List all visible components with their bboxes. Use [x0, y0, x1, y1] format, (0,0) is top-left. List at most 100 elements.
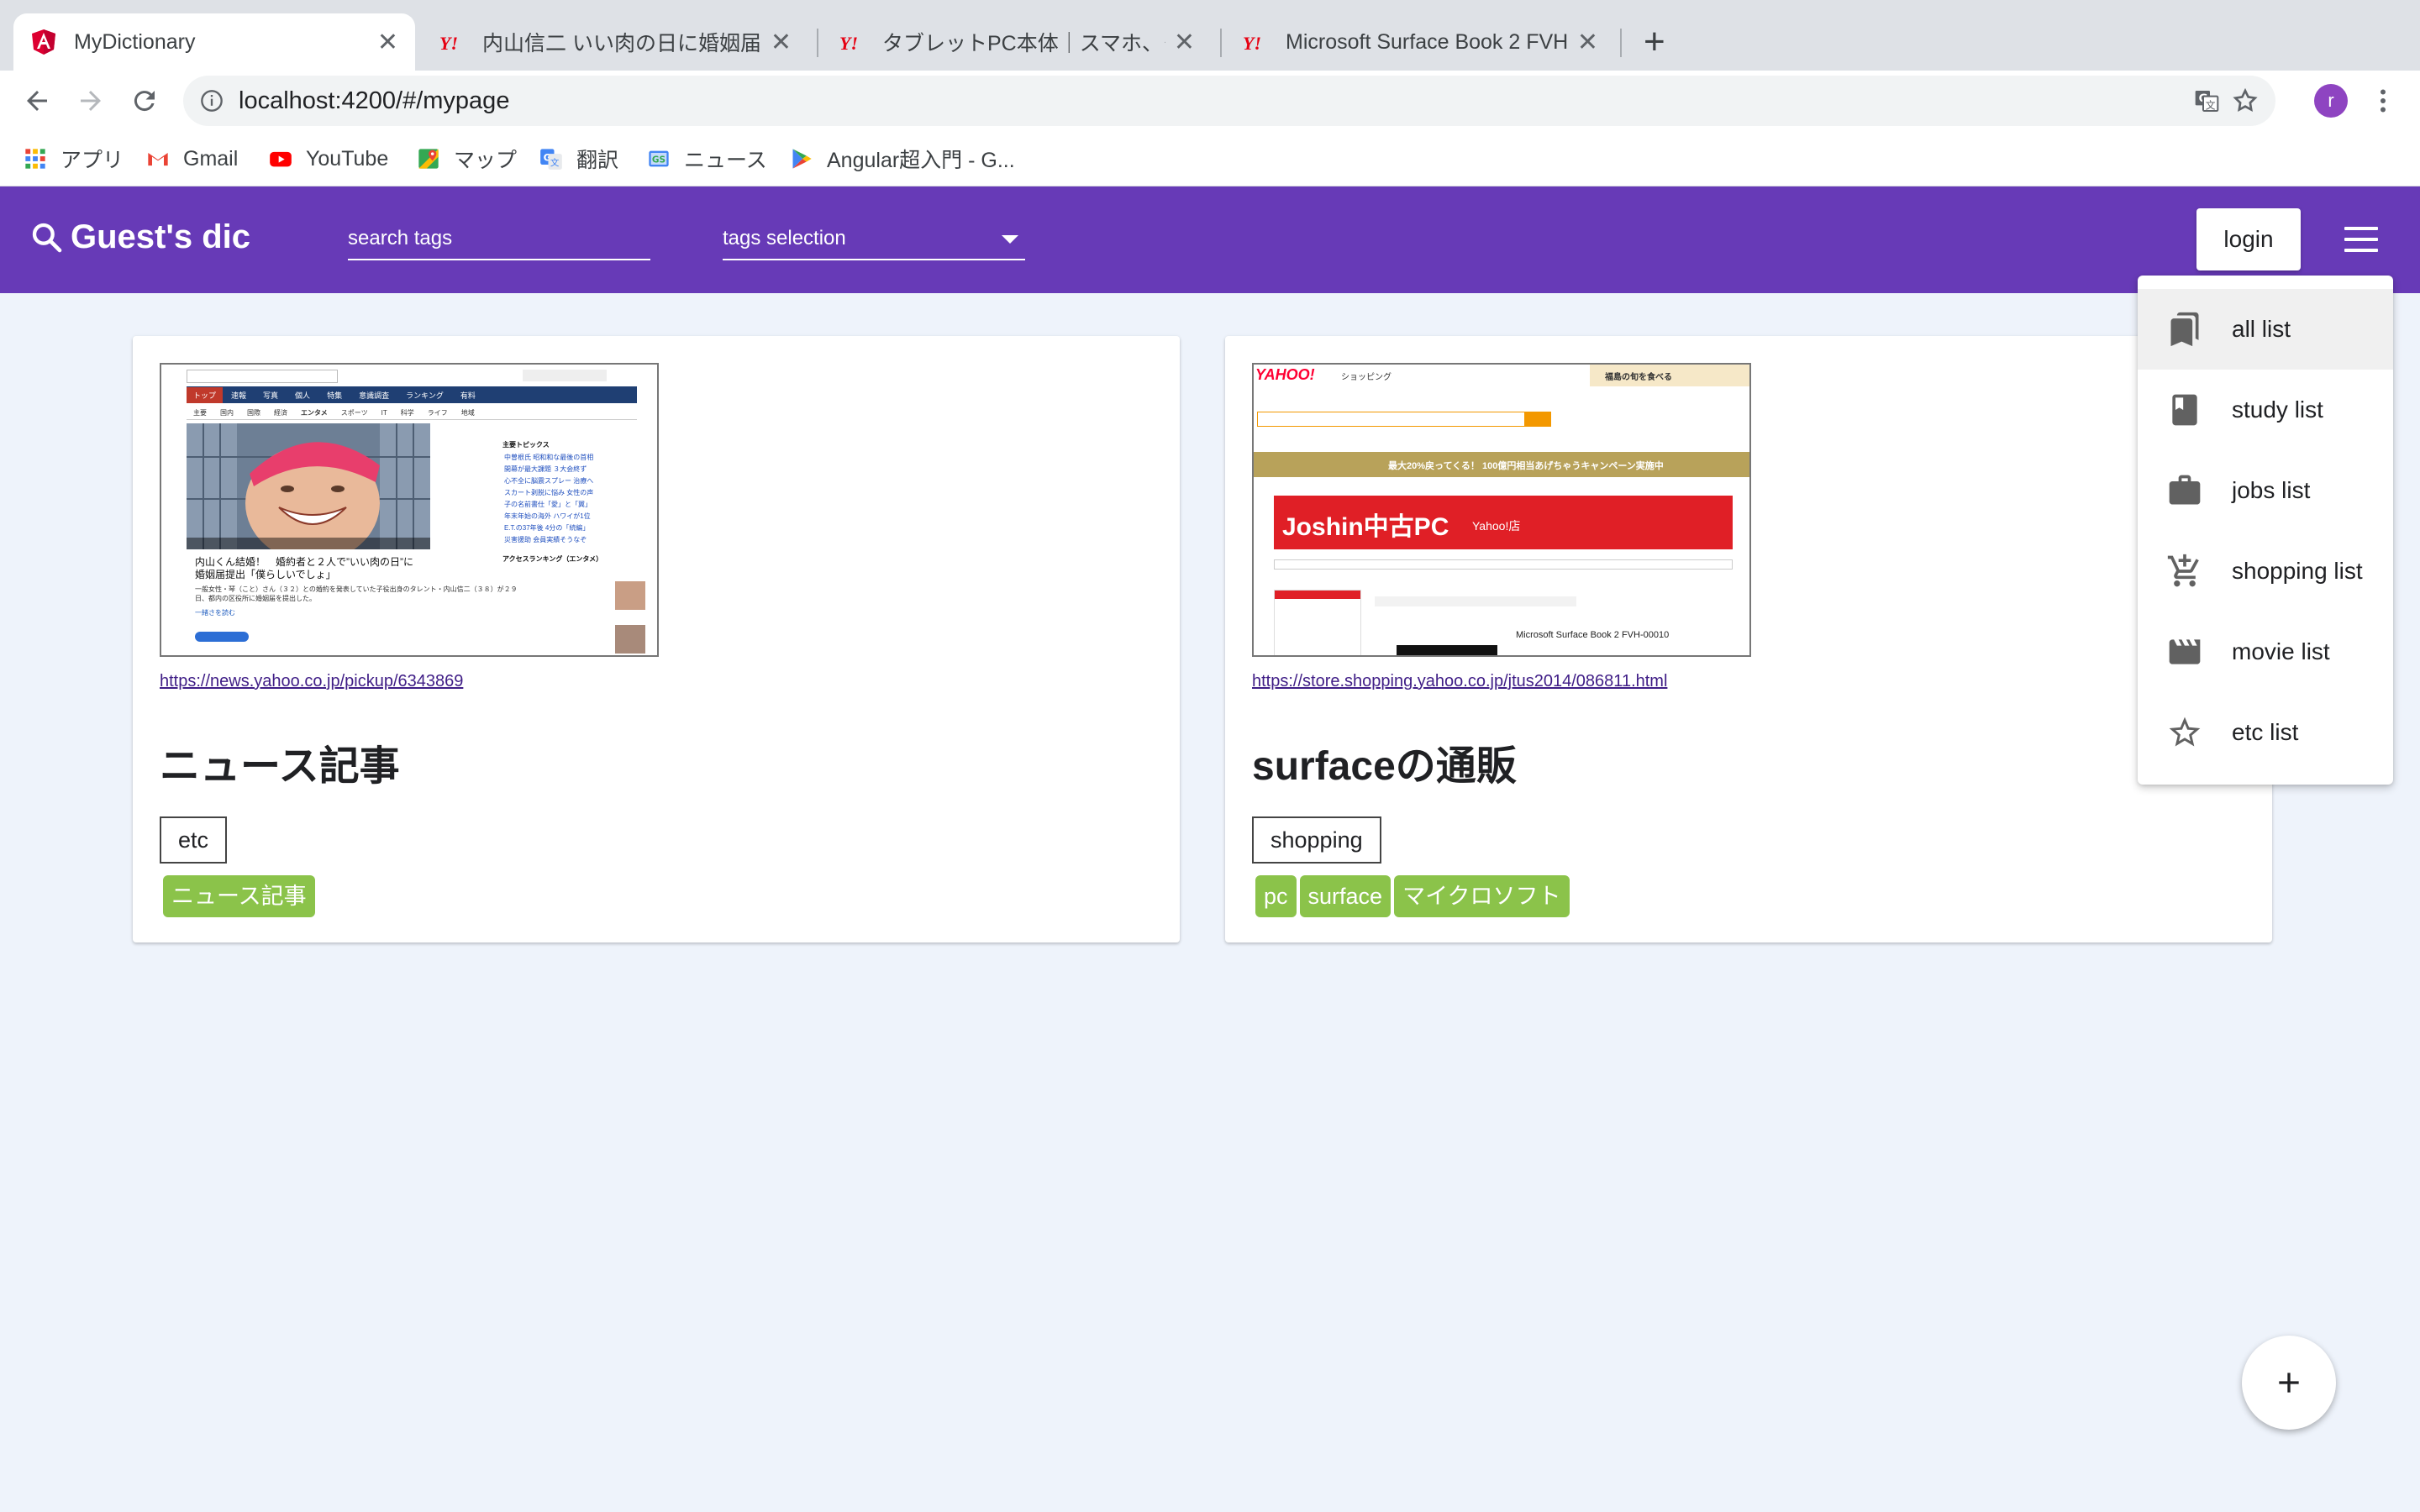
svg-text:Y!: Y!: [1243, 33, 1261, 54]
item-link[interactable]: https://news.yahoo.co.jp/pickup/6343869: [160, 672, 463, 691]
tag-chip[interactable]: pc: [1255, 875, 1297, 917]
tab-divider: [817, 29, 818, 57]
kebab-menu-icon[interactable]: [2368, 86, 2398, 116]
tab-title: MyDictionary: [74, 29, 196, 54]
app-brand[interactable]: Guest's dic: [30, 218, 250, 256]
thumb-ranking-head: アクセスランキング（エンタメ）: [502, 555, 603, 563]
thumb-ranking-photo: [615, 625, 645, 654]
menu-item-all-list[interactable]: all list: [2138, 289, 2393, 370]
dropdown-arrow-icon: [1002, 235, 1018, 244]
thumb-logo-sub: ショッピング: [1341, 373, 1392, 382]
tag-chip[interactable]: ニュース記事: [163, 875, 315, 917]
bookmark-star-icon[interactable]: [2232, 87, 2259, 114]
thumb-nav-item: 特集: [327, 391, 343, 400]
browser-tab-strip: MyDictionary ✕ Y! 内山信二 いい肉の日に婚姻届 - Yahoo…: [0, 0, 2420, 71]
bookmark-youtube[interactable]: YouTube: [269, 141, 388, 176]
thumb-store-badge: Yahoo!店: [1472, 519, 1521, 533]
menu-item-etc-list[interactable]: etc list: [2138, 692, 2393, 773]
close-tab-icon[interactable]: ✕: [377, 28, 398, 57]
bookmark-label: Gmail: [183, 146, 239, 171]
tab-yahoo-shopping[interactable]: Y! タブレットPC本体｜スマホ、タブレット ✕: [822, 13, 1212, 71]
tab-surface-book[interactable]: Y! Microsoft Surface Book 2 FVH-00010 ✕: [1225, 13, 1615, 71]
close-tab-icon[interactable]: ✕: [1174, 28, 1195, 57]
thumb-body: 一般女性・琴（こと）さん（３２）との婚約を発表していた子役出身のタレント・内山信…: [195, 585, 518, 602]
close-tab-icon[interactable]: ✕: [771, 28, 792, 57]
menu-item-label: movie list: [2232, 638, 2330, 664]
thumb-topic: 中曽根氏 昭和和な最後の首相: [504, 454, 594, 461]
tab-mydictionary[interactable]: MyDictionary ✕: [13, 13, 415, 71]
item-title: ニュース記事: [160, 744, 400, 789]
forward-button[interactable]: [69, 79, 113, 123]
item-link[interactable]: https://store.shopping.yahoo.co.jp/jtus2…: [1252, 672, 1667, 691]
app-toolbar: Guest's dic tags selection login: [0, 186, 2420, 293]
thumb-subnav-item: IT: [381, 409, 387, 417]
bookmark-maps[interactable]: マップ: [417, 141, 517, 176]
thumb-nav-item: 写真: [263, 391, 279, 400]
login-button[interactable]: login: [2196, 208, 2301, 270]
bookmarks-icon: [2170, 312, 2199, 347]
thumb-subnav-item: 地域: [460, 409, 475, 417]
menu-icon[interactable]: [2344, 227, 2378, 252]
thumb-searchbox: [187, 370, 338, 383]
reload-icon: [134, 91, 155, 112]
briefcase-icon: [2169, 475, 2201, 505]
address-bar[interactable]: localhost:4200/#/mypage G文: [183, 76, 2275, 126]
thumb-product-name: Microsoft Surface Book 2 FVH-00010: [1516, 630, 1670, 640]
info-icon[interactable]: [200, 89, 224, 113]
search-tags-input[interactable]: [348, 222, 650, 255]
search-tags-field[interactable]: [348, 222, 650, 260]
item-card[interactable]: トップ 速報 写真 個人 特集 意識調査 ランキング 有料 主要 国内 国際 経…: [133, 336, 1180, 942]
search-icon: [32, 223, 62, 252]
tag-chip[interactable]: surface: [1299, 875, 1392, 917]
thumb-topic: スカート剥脱に悩み 女性の声: [504, 489, 594, 496]
tags-select[interactable]: tags selection: [723, 222, 1025, 260]
profile-avatar[interactable]: r: [2314, 84, 2348, 118]
bookmark-label: ニュース: [684, 149, 767, 172]
thumb-nav-item: 有料: [460, 391, 476, 400]
svg-text:Y!: Y!: [839, 33, 858, 54]
news-photo: [187, 423, 430, 549]
category-label: etc: [160, 816, 228, 864]
menu-item-jobs-list[interactable]: jobs list: [2138, 450, 2393, 531]
page-thumbnail[interactable]: トップ 速報 写真 個人 特集 意識調査 ランキング 有料 主要 国内 国際 経…: [160, 363, 659, 657]
menu-item-shopping-list[interactable]: shopping list: [2138, 531, 2393, 612]
bookmark-label: YouTube: [306, 146, 389, 171]
translate-page-icon[interactable]: G文: [2193, 87, 2220, 114]
menu-item-study-list[interactable]: study list: [2138, 370, 2393, 450]
svg-text:文: 文: [550, 157, 560, 168]
thumb-nav-item: 個人: [295, 391, 311, 400]
add-item-button[interactable]: [2242, 1336, 2336, 1430]
tab-title: Microsoft Surface Book 2 FVH-00010: [1286, 29, 1569, 54]
bookmarks-bar: アプリ Gmail YouTube マップ G文 翻訳 GS ニュース Angu…: [0, 131, 2420, 186]
tab-yahoo-news[interactable]: Y! 内山信二 いい肉の日に婚姻届 - Yahoo!ニュース ✕: [422, 13, 808, 71]
reload-button[interactable]: [123, 79, 166, 123]
thumb-subnav-item: 経済: [274, 409, 287, 417]
thumb-topics-head: 主要トピックス: [502, 441, 550, 449]
tag-chip[interactable]: マイクロソフト: [1394, 875, 1570, 917]
apps-grid-icon: [25, 149, 45, 169]
menu-item-label: shopping list: [2232, 558, 2363, 584]
item-card[interactable]: YAHOO! ショッピング 福島の旬を食べる 最大20%戻ってくる！ 100億円…: [1225, 336, 2272, 942]
youtube-icon: [270, 151, 292, 167]
thumb-header-links: [523, 370, 607, 381]
bookmark-label: 翻訳: [576, 149, 619, 172]
thumb-nav-item: トップ: [187, 386, 224, 403]
bookmark-angular-book[interactable]: Angular超入門 - G...: [790, 141, 1015, 176]
menu-item-movie-list[interactable]: movie list: [2138, 612, 2393, 692]
new-tab-button[interactable]: +: [1644, 18, 1665, 66]
thumb-nav-item: 意識調査: [359, 391, 390, 400]
list-menu: all list study list jobs list shopping l…: [2138, 276, 2393, 785]
thumb-headline: 内山くん結婚！ 婚約者と２人で”いい肉の日”に婚姻届提出「僕らしいでしょ」: [195, 556, 413, 580]
bookmark-news[interactable]: GS ニュース: [647, 141, 767, 176]
bookmark-apps[interactable]: アプリ: [24, 141, 124, 176]
bookmark-gmail[interactable]: Gmail: [146, 141, 238, 176]
page-thumbnail[interactable]: YAHOO! ショッピング 福島の旬を食べる 最大20%戻ってくる！ 100億円…: [1252, 363, 1751, 657]
bookmark-translate[interactable]: G文 翻訳: [539, 141, 618, 176]
thumb-nav-item: 速報: [231, 391, 247, 400]
thumb-subnav-item: スポーツ: [340, 409, 368, 417]
close-tab-icon[interactable]: ✕: [1577, 28, 1598, 57]
url-text[interactable]: localhost:4200/#/mypage: [239, 76, 509, 126]
item-title: surfaceの通販: [1252, 744, 1517, 789]
back-button[interactable]: [15, 79, 59, 123]
arrow-right-icon: [81, 91, 101, 111]
